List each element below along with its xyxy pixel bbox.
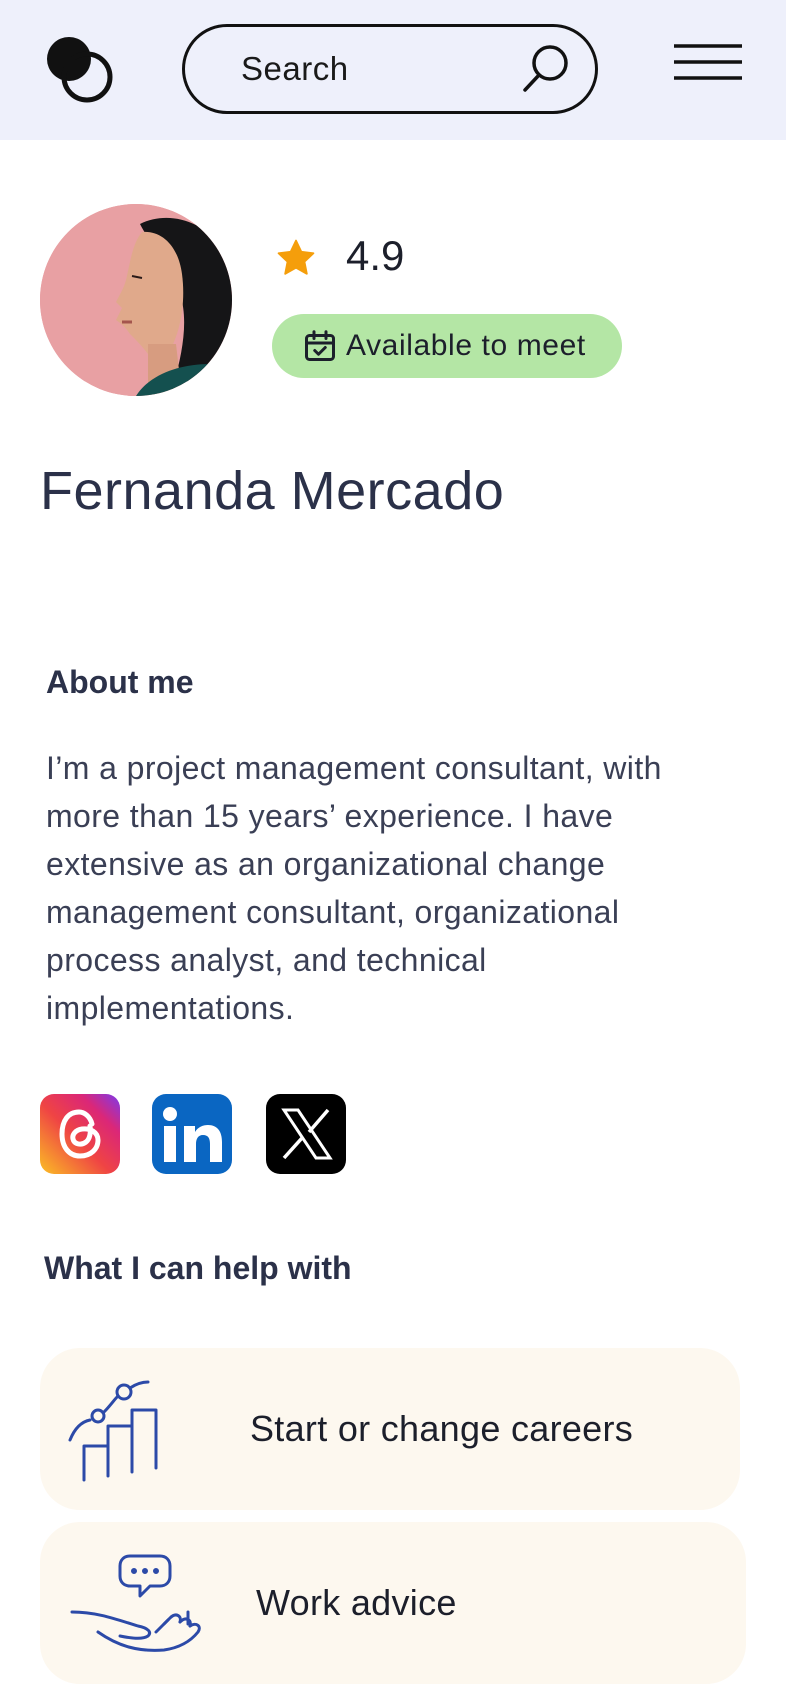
help-heading: What I can help with	[44, 1250, 352, 1286]
hand-chat-icon	[70, 1554, 201, 1652]
x-icon[interactable]	[266, 1094, 346, 1174]
help-card-careers-label: Start or change careers	[250, 1408, 634, 1449]
search-placeholder: Search	[241, 50, 349, 87]
hamburger-menu-icon[interactable]	[672, 42, 744, 82]
help-card-work-advice-label: Work advice	[256, 1582, 457, 1623]
search-input[interactable]: Search	[182, 24, 598, 114]
help-card-careers[interactable]: Start or change careers	[40, 1348, 740, 1510]
profile-name: Fernanda Mercado	[40, 461, 505, 521]
availability-badge[interactable]: Available to meet	[272, 314, 622, 378]
about-heading: About me	[46, 664, 194, 700]
threads-icon[interactable]	[40, 1094, 120, 1174]
avatar	[40, 204, 232, 396]
logo-icon[interactable]	[44, 34, 120, 110]
help-card-work-advice[interactable]: Work advice	[40, 1522, 746, 1684]
star-icon	[277, 239, 315, 275]
availability-label: Available to meet	[346, 329, 586, 362]
career-steps-icon	[68, 1380, 158, 1482]
profile-photo	[40, 204, 232, 396]
rating-value: 4.9	[346, 232, 405, 279]
about-text: I’m a project management consultant, wit…	[46, 750, 662, 1026]
search-icon[interactable]	[519, 42, 573, 96]
top-header: Search	[0, 0, 786, 140]
linkedin-icon[interactable]	[152, 1094, 232, 1174]
calendar-check-icon	[305, 330, 335, 361]
